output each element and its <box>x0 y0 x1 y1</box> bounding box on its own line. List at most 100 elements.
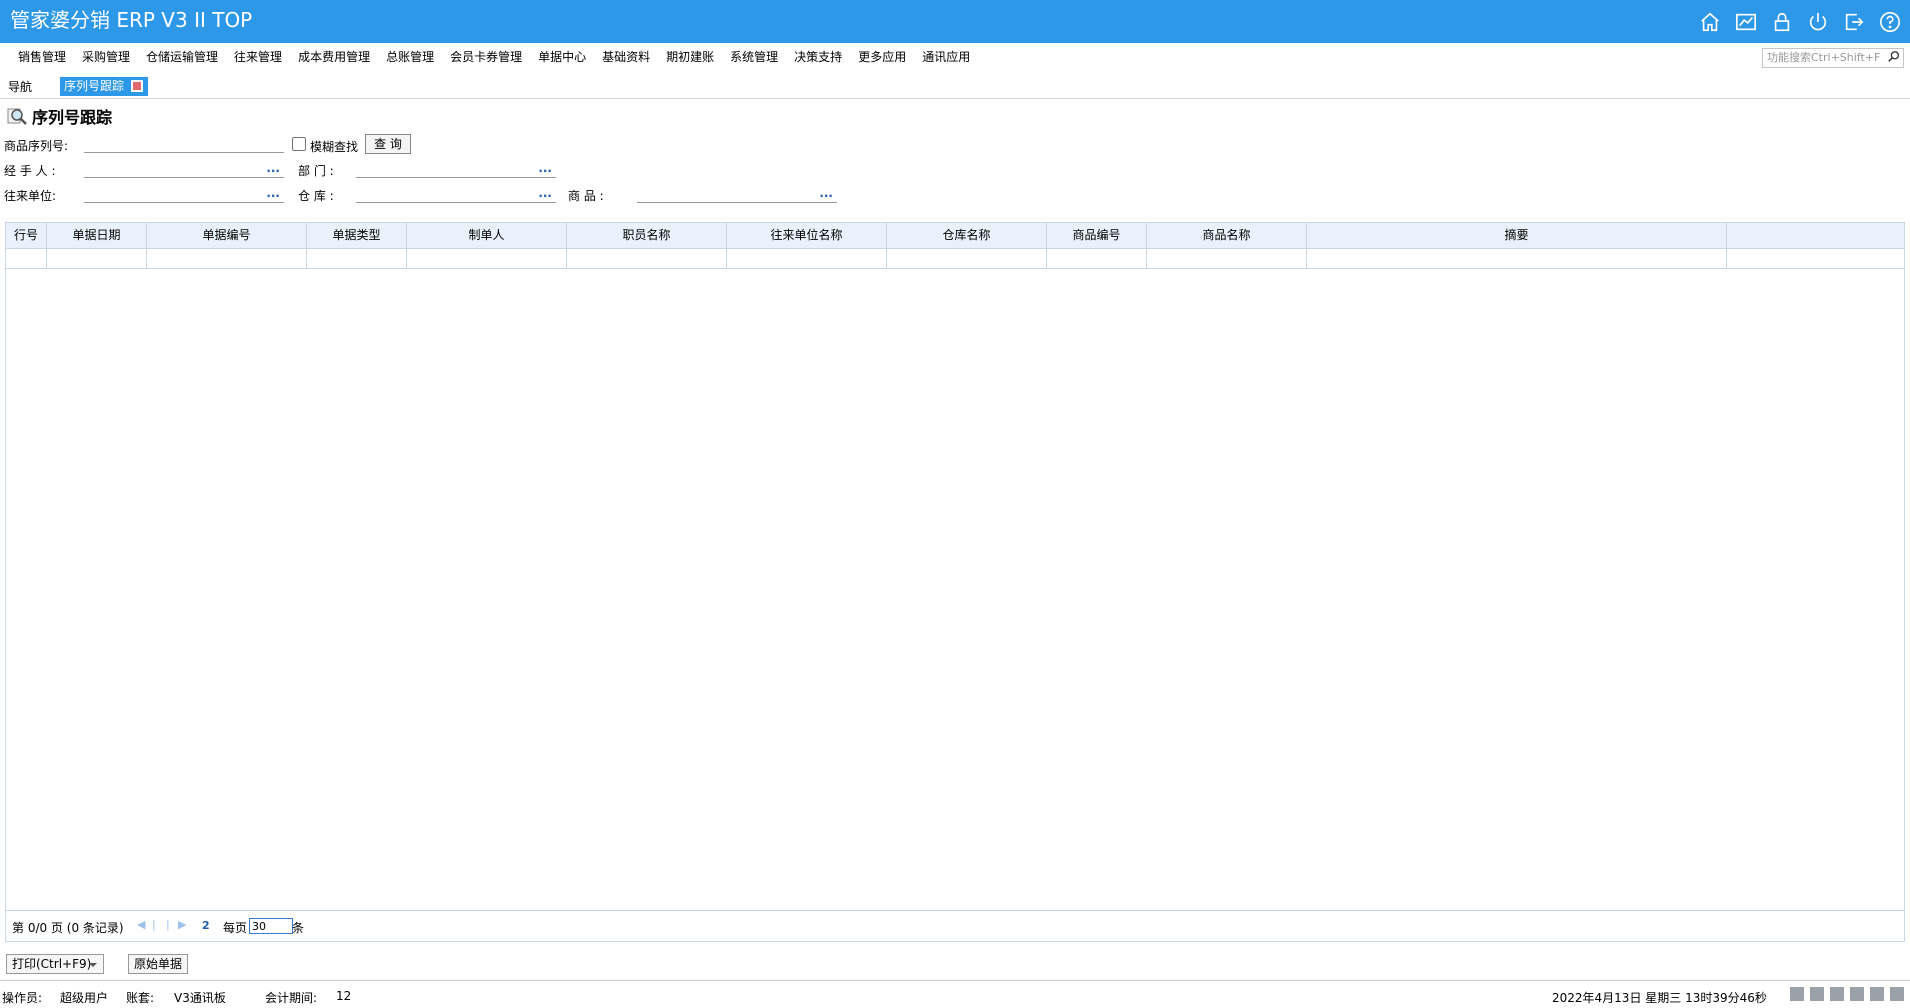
function-search[interactable] <box>1762 48 1904 68</box>
col-partner[interactable]: 往来单位名称 <box>727 223 887 248</box>
menu-more-apps[interactable]: 更多应用 <box>850 49 914 65</box>
product-label: 商 品 : <box>568 189 604 203</box>
home-icon[interactable] <box>1890 987 1904 1001</box>
dept-input[interactable]: ··· <box>356 159 556 178</box>
col-summary[interactable]: 摘要 <box>1307 223 1727 248</box>
table-cell[interactable] <box>887 248 1047 268</box>
menu-cost[interactable]: 成本费用管理 <box>290 49 378 65</box>
per-page-input[interactable] <box>249 918 293 934</box>
fuzzy-label: 模糊查找 <box>310 140 359 154</box>
menu-bar: 销售管理 采购管理 仓储运输管理 往来管理 成本费用管理 总账管理 会员卡券管理… <box>0 43 1910 71</box>
product-input[interactable]: ··· <box>637 184 837 203</box>
col-doc-type[interactable]: 单据类型 <box>307 223 407 248</box>
function-search-input[interactable] <box>1763 49 1889 65</box>
document-icon[interactable] <box>1810 987 1824 1001</box>
note-icon[interactable] <box>1830 987 1844 1001</box>
table-cell[interactable] <box>147 248 307 268</box>
table-row[interactable] <box>6 248 1904 269</box>
handler-label: 经 手 人 : <box>4 164 56 178</box>
tab-bar: 导航 序列号跟踪 <box>0 75 1910 99</box>
warehouse-picker-button[interactable]: ··· <box>538 190 552 202</box>
power-icon[interactable] <box>1806 10 1830 34</box>
exit-icon[interactable] <box>1842 10 1866 34</box>
account-label: 账套: <box>126 991 155 1005</box>
operator-value: 超级用户 <box>60 991 109 1005</box>
dept-picker-button[interactable]: ··· <box>538 165 552 177</box>
table-cell[interactable] <box>727 248 887 268</box>
partner-input[interactable]: ··· <box>84 184 284 203</box>
table-cell[interactable] <box>567 248 727 268</box>
serial-input[interactable] <box>84 134 284 153</box>
per-page-unit: 条 <box>292 921 305 935</box>
help-icon[interactable] <box>1878 10 1902 34</box>
title-bar: 管家婆分销 ERP V3 II TOP <box>0 0 1910 43</box>
menu-opening[interactable]: 期初建账 <box>658 49 722 65</box>
dept-label: 部 门 : <box>298 164 334 178</box>
col-creator[interactable]: 制单人 <box>407 223 567 248</box>
col-warehouse[interactable]: 仓库名称 <box>887 223 1047 248</box>
table-cell[interactable] <box>47 248 147 268</box>
chevron-down-icon[interactable] <box>89 963 97 967</box>
grid-header: 行号 单据日期 单据编号 单据类型 制单人 职员名称 往来单位名称 仓库名称 商… <box>6 223 1904 249</box>
col-product-code[interactable]: 商品编号 <box>1047 223 1147 248</box>
chart-icon[interactable] <box>1734 10 1758 34</box>
home-icon[interactable] <box>1698 10 1722 34</box>
menu-ledger[interactable]: 总账管理 <box>378 49 442 65</box>
table-cell[interactable] <box>1727 248 1904 268</box>
account-value: V3通讯板 <box>174 991 226 1005</box>
next-page-icon[interactable]: | <box>166 918 170 931</box>
refresh-icon[interactable]: 2 <box>202 919 210 932</box>
col-employee[interactable]: 职员名称 <box>567 223 727 248</box>
prev-page-icon[interactable]: | <box>152 918 156 931</box>
period-value: 12 <box>336 989 352 1003</box>
col-doc-no[interactable]: 单据编号 <box>147 223 307 248</box>
print-button[interactable]: 打印(Ctrl+F9) <box>6 954 104 974</box>
tab-serial-tracking[interactable]: 序列号跟踪 <box>60 77 148 96</box>
menu-warehouse[interactable]: 仓储运输管理 <box>138 49 226 65</box>
product-picker-button[interactable]: ··· <box>819 190 833 202</box>
col-row-no[interactable]: 行号 <box>6 223 47 248</box>
col-date[interactable]: 单据日期 <box>47 223 147 248</box>
table-cell[interactable] <box>6 248 47 268</box>
original-document-button[interactable]: 原始单据 <box>128 954 188 974</box>
handler-input[interactable]: ··· <box>84 159 284 178</box>
title-icons <box>1698 10 1902 34</box>
menu-communication[interactable]: 通讯应用 <box>914 49 978 65</box>
print-label: 打印(Ctrl+F9) <box>12 957 92 971</box>
table-cell[interactable] <box>307 248 407 268</box>
message-icon[interactable] <box>1790 987 1804 1001</box>
page-title: 序列号跟踪 <box>6 104 112 128</box>
menu-sales[interactable]: 销售管理 <box>10 49 74 65</box>
menu-basic-data[interactable]: 基础资料 <box>594 49 658 65</box>
tab-navigation[interactable]: 导航 <box>8 78 32 95</box>
warehouse-input[interactable]: ··· <box>356 184 556 203</box>
datetime: 2022年4月13日 星期三 13时39分46秒 <box>1552 991 1767 1005</box>
table-cell[interactable] <box>1307 248 1727 268</box>
menu-member-card[interactable]: 会员卡券管理 <box>442 49 530 65</box>
menu-purchase[interactable]: 采购管理 <box>74 49 138 65</box>
query-button[interactable]: 查 询 <box>365 134 411 154</box>
fuzzy-checkbox[interactable] <box>292 137 306 151</box>
close-icon[interactable] <box>131 80 143 92</box>
menu-accounts[interactable]: 往来管理 <box>226 49 290 65</box>
menu-decision[interactable]: 决策支持 <box>786 49 850 65</box>
table-cell[interactable] <box>1047 248 1147 268</box>
apps-icon[interactable] <box>1870 987 1884 1001</box>
handler-picker-button[interactable]: ··· <box>266 165 280 177</box>
col-product-name[interactable]: 商品名称 <box>1147 223 1307 248</box>
tab-label: 序列号跟踪 <box>64 79 125 93</box>
app-title: 管家婆分销 ERP V3 II TOP <box>10 8 253 32</box>
last-page-icon[interactable]: ▶ <box>178 918 186 931</box>
search-icon[interactable] <box>1887 50 1901 64</box>
table-cell[interactable] <box>407 248 567 268</box>
lock-icon[interactable] <box>1770 10 1794 34</box>
grid-icon[interactable] <box>1850 987 1864 1001</box>
table-cell[interactable] <box>1147 248 1307 268</box>
partner-picker-button[interactable]: ··· <box>266 190 280 202</box>
pager-info: 第 0/0 页 (0 条记录) <box>12 921 124 935</box>
first-page-icon[interactable]: ◀ <box>137 918 145 931</box>
status-bar: 操作员: 超级用户 账套: V3通讯板 会计期间: 12 2022年4月13日 … <box>0 980 1910 1008</box>
col-extra <box>1727 223 1904 248</box>
menu-document-center[interactable]: 单据中心 <box>530 49 594 65</box>
menu-system[interactable]: 系统管理 <box>722 49 786 65</box>
